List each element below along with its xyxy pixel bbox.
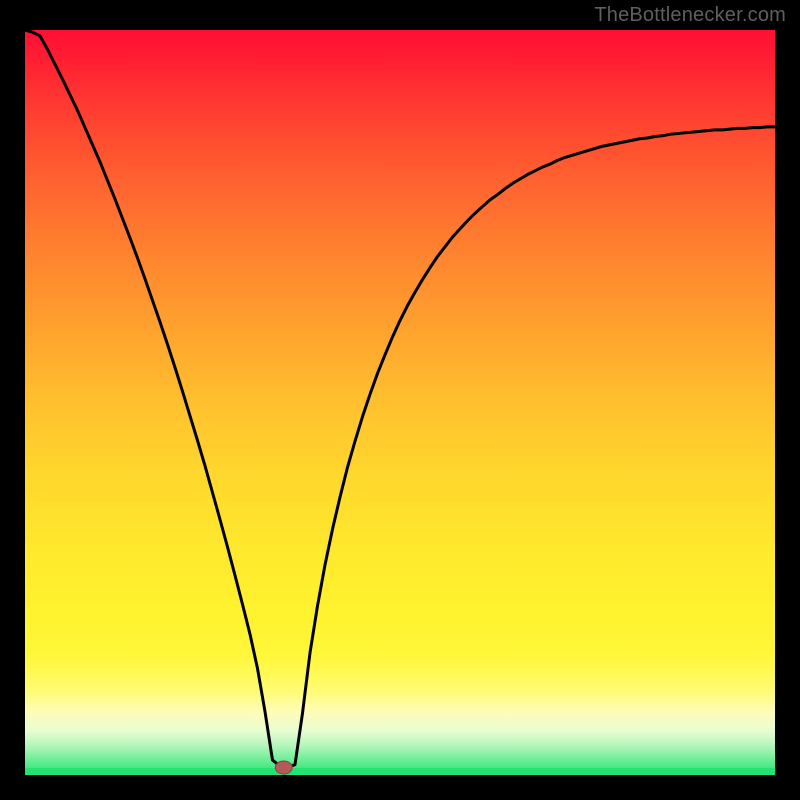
attribution-text: TheBottlenecker.com	[594, 4, 786, 27]
chart-stage: TheBottlenecker.com	[0, 0, 800, 800]
bottleneck-chart	[25, 30, 775, 775]
plot-frame	[25, 30, 775, 775]
gradient-background	[25, 30, 775, 775]
green-baseline-band	[25, 768, 775, 775]
optimal-point-marker	[275, 761, 292, 774]
